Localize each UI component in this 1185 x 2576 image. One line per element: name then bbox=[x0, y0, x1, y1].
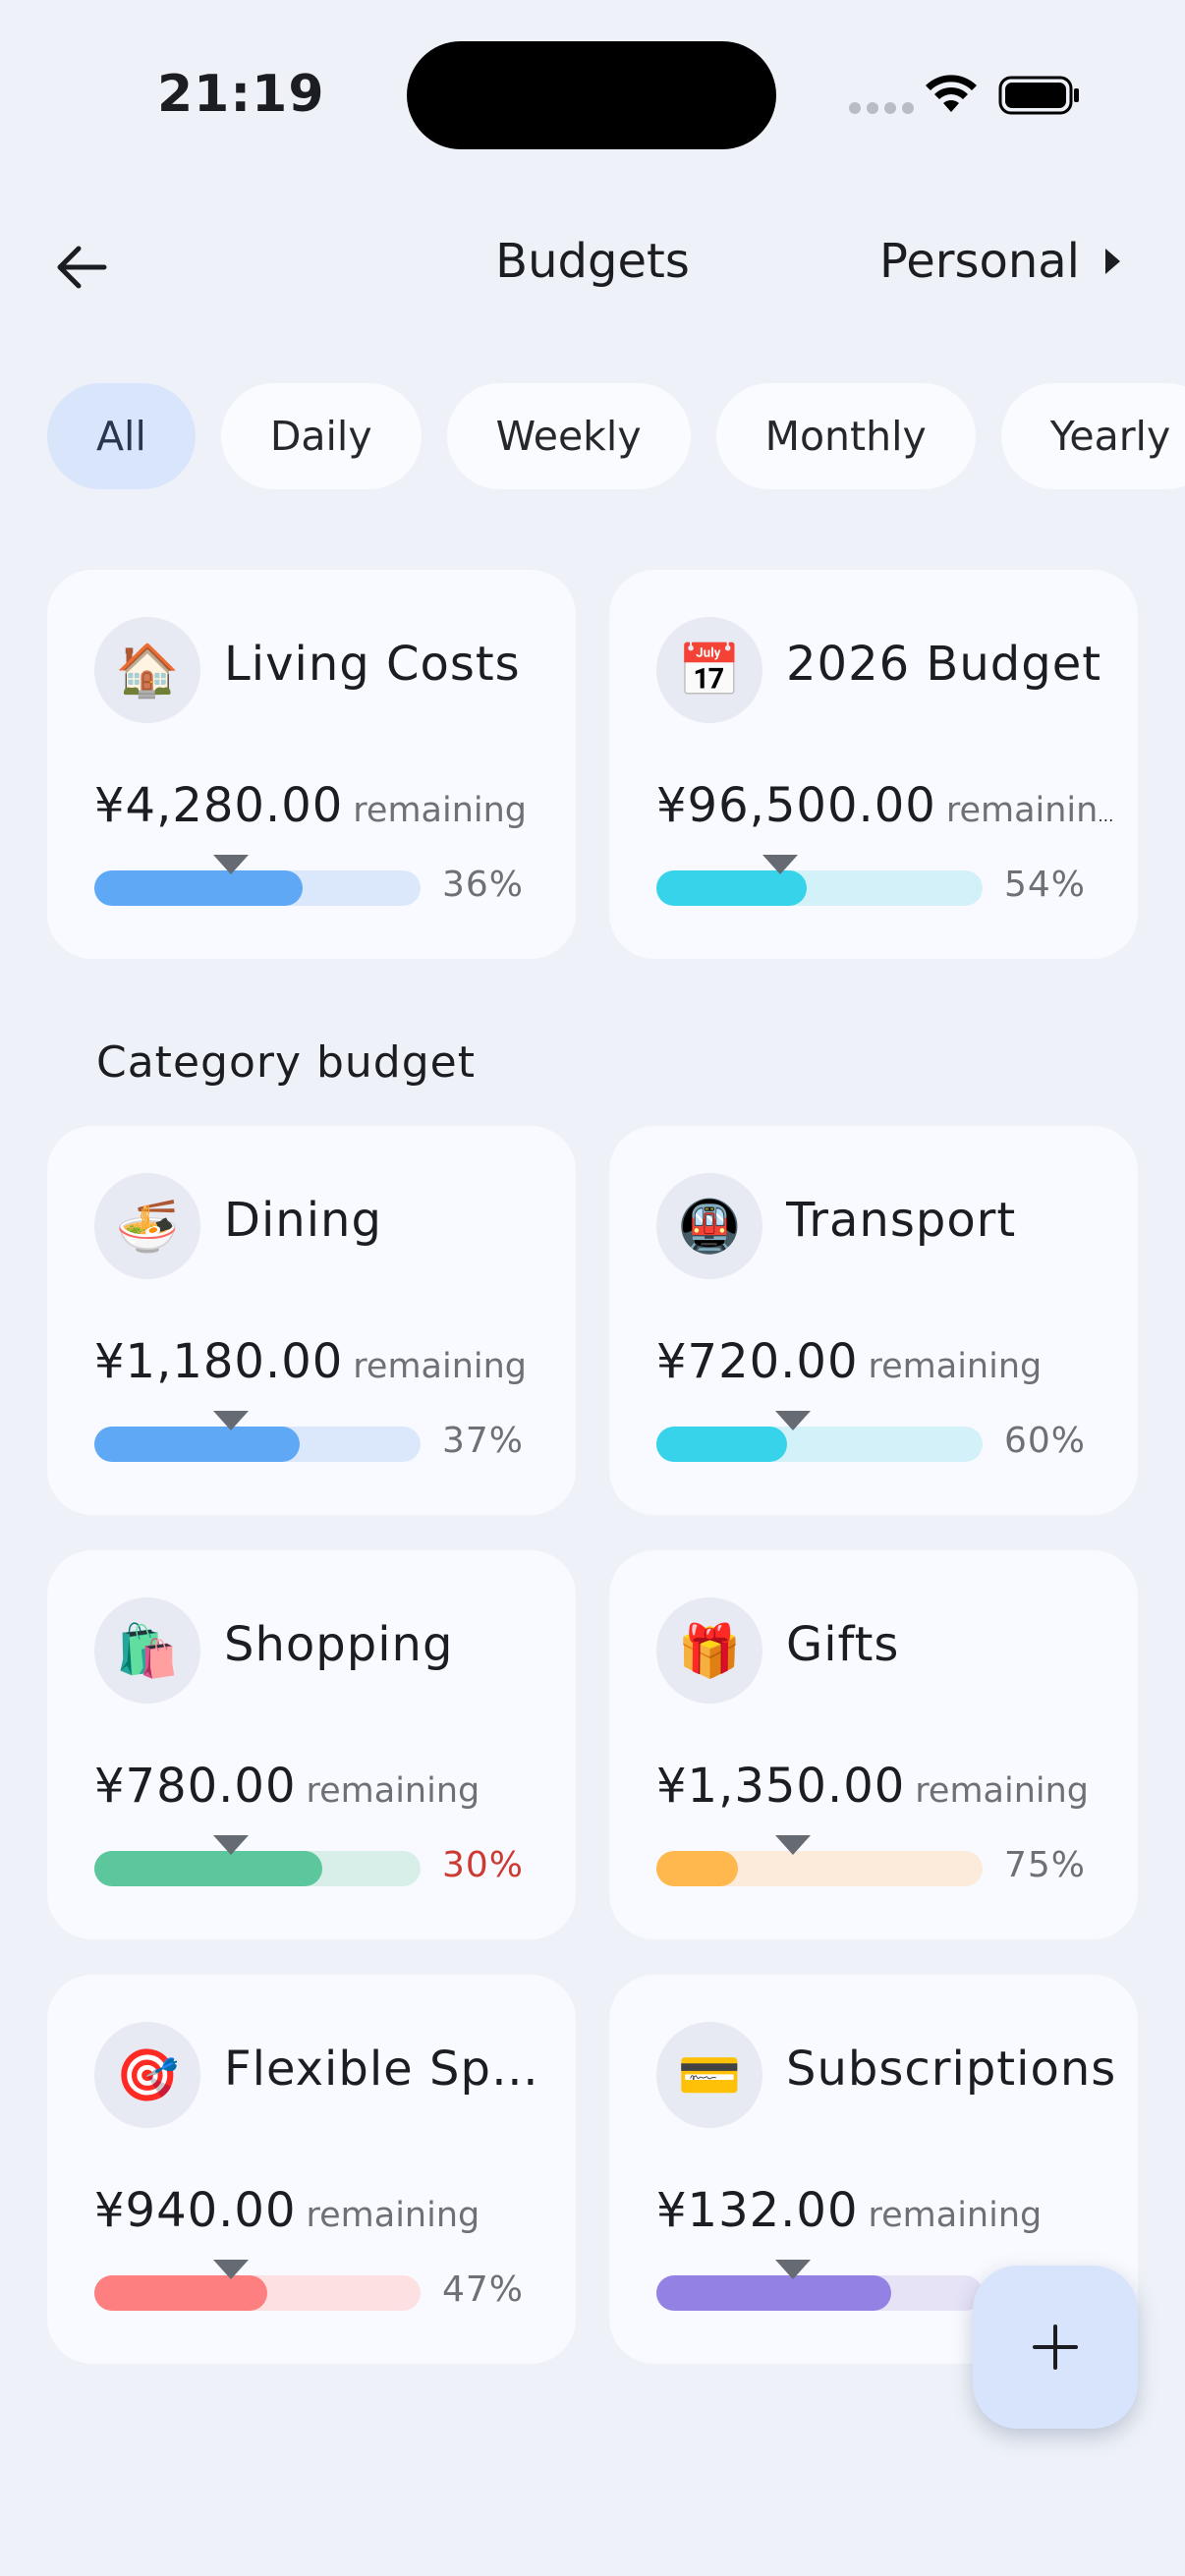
battery-icon bbox=[998, 76, 1079, 115]
credit-card-icon: 💳 bbox=[656, 2022, 762, 2128]
budget-name: 2026 Budget bbox=[786, 637, 1102, 692]
budget-percent: 30% bbox=[442, 1845, 525, 1885]
budget-percent: 60% bbox=[1004, 1421, 1087, 1461]
progress-track bbox=[656, 2260, 983, 2311]
status-time: 21:19 bbox=[157, 65, 325, 124]
wifi-icon bbox=[926, 75, 977, 112]
progress-fill bbox=[656, 2275, 892, 2311]
caret-right-icon bbox=[1105, 249, 1120, 274]
budget-remaining-amount: ¥940.00 bbox=[94, 2183, 297, 2238]
budget-card[interactable]: 📅 2026 Budget ¥96,500.00 remaining 54% bbox=[609, 570, 1138, 959]
time-marker-icon bbox=[775, 2260, 812, 2279]
budget-remaining-amount: ¥720.00 bbox=[656, 1334, 859, 1389]
budget-remaining-amount: ¥132.00 bbox=[656, 2183, 859, 2238]
time-marker-icon bbox=[213, 1411, 250, 1430]
budget-name: Shopping bbox=[224, 1617, 454, 1672]
budget-amount-line: ¥1,180.00 remaining bbox=[94, 1334, 556, 1389]
remaining-label: remaining bbox=[915, 1771, 1090, 1811]
time-marker-icon bbox=[762, 855, 799, 874]
time-marker-icon bbox=[775, 1835, 812, 1855]
remaining-label: remaining bbox=[868, 2196, 1043, 2235]
budget-amount-line: ¥720.00 remaining bbox=[656, 1334, 1118, 1389]
progress-fill bbox=[94, 870, 304, 906]
progress-track bbox=[94, 2260, 421, 2311]
budget-name: Dining bbox=[224, 1193, 382, 1248]
budget-amount-line: ¥1,350.00 remaining bbox=[656, 1759, 1118, 1814]
tab-all[interactable]: All bbox=[47, 383, 196, 489]
target-icon: 🎯 bbox=[94, 2022, 200, 2128]
progress-track bbox=[656, 1835, 983, 1886]
add-budget-button[interactable] bbox=[973, 2266, 1138, 2429]
progress-track bbox=[94, 1835, 421, 1886]
time-marker-icon bbox=[213, 2260, 250, 2279]
remaining-label: remaining bbox=[945, 791, 1118, 830]
budget-name: Living Costs bbox=[224, 637, 521, 692]
remaining-label: remaining bbox=[306, 1771, 480, 1811]
budget-amount-line: ¥940.00 remaining bbox=[94, 2183, 556, 2238]
progress-fill bbox=[656, 870, 807, 906]
budget-remaining-amount: ¥1,350.00 bbox=[656, 1759, 906, 1814]
remaining-label: remaining bbox=[306, 2196, 480, 2235]
budget-card[interactable]: 🍜 Dining ¥1,180.00 remaining 37% bbox=[47, 1126, 576, 1515]
budget-percent: 36% bbox=[442, 865, 525, 905]
progress-track bbox=[656, 855, 983, 906]
progress-fill bbox=[656, 1427, 787, 1462]
budget-card[interactable]: 🎯 Flexible Spending ¥940.00remaining 47% bbox=[47, 1975, 576, 2364]
budget-percent: 37% bbox=[442, 1421, 525, 1461]
time-marker-icon bbox=[775, 1411, 812, 1430]
status-bar: 21:19 bbox=[0, 0, 1185, 187]
noodle-bowl-icon: 🍜 bbox=[94, 1173, 200, 1279]
tab-daily[interactable]: Daily bbox=[220, 383, 422, 489]
budget-card[interactable]: 🛍️ Shopping ¥780.00 remaining 30% bbox=[47, 1550, 576, 1939]
house-icon: 🏠 bbox=[94, 617, 200, 723]
ledger-switch-button[interactable]: Personal bbox=[879, 234, 1120, 289]
budget-card[interactable]: 🎁 Gifts ¥1,350.00 remaining 75% bbox=[609, 1550, 1138, 1939]
remaining-label: remaining bbox=[868, 1347, 1043, 1386]
section-title: Category budget bbox=[96, 1037, 476, 1088]
budget-name: Flexible Spending bbox=[224, 2042, 558, 2097]
progress-track bbox=[94, 855, 421, 906]
budget-remaining-amount: ¥1,180.00 bbox=[94, 1334, 344, 1389]
budget-percent: 75% bbox=[1004, 1845, 1087, 1885]
tab-monthly[interactable]: Monthly bbox=[715, 383, 976, 489]
progress-fill bbox=[94, 1851, 323, 1886]
period-tabs: All Daily Weekly Monthly Yearly bbox=[47, 383, 1185, 489]
progress-fill bbox=[656, 1851, 738, 1886]
progress-fill bbox=[94, 1427, 301, 1462]
plus-icon bbox=[1033, 2324, 1078, 2370]
time-marker-icon bbox=[213, 855, 250, 874]
budget-name: Gifts bbox=[786, 1617, 900, 1672]
shopping-bags-icon: 🛍️ bbox=[94, 1597, 200, 1704]
budget-name: Subscriptions bbox=[786, 2042, 1117, 2097]
budget-remaining-amount: ¥780.00 bbox=[94, 1759, 297, 1814]
budget-percent: 47% bbox=[442, 2269, 525, 2310]
dynamic-island bbox=[407, 41, 776, 149]
ledger-name: Personal bbox=[878, 234, 1080, 289]
progress-fill bbox=[94, 2275, 267, 2311]
budget-amount-line: ¥4,280.00 remaining bbox=[94, 778, 556, 833]
budget-amount-line: ¥780.00 remaining bbox=[94, 1759, 556, 1814]
budget-remaining-amount: ¥96,500.00 bbox=[656, 778, 936, 833]
metro-icon: 🚇 bbox=[656, 1173, 762, 1279]
budget-amount-line: ¥96,500.00 remaining bbox=[656, 778, 1118, 833]
tab-weekly[interactable]: Weekly bbox=[446, 383, 691, 489]
remaining-label: remaining bbox=[353, 1347, 528, 1386]
time-marker-icon bbox=[213, 1835, 250, 1855]
calendar-icon: 📅 bbox=[656, 617, 762, 723]
budget-percent: 54% bbox=[1004, 865, 1087, 905]
cellular-signal-icon bbox=[849, 102, 914, 114]
budget-remaining-amount: ¥4,280.00 bbox=[94, 778, 344, 833]
gift-icon: 🎁 bbox=[656, 1597, 762, 1704]
budget-card[interactable]: 🏠 Living Costs ¥4,280.00 remaining 36% bbox=[47, 570, 576, 959]
budget-name: Transport bbox=[786, 1193, 1017, 1248]
progress-track bbox=[656, 1411, 983, 1462]
progress-track bbox=[94, 1411, 421, 1462]
budget-amount-line: ¥132.00 remaining bbox=[656, 2183, 1118, 2238]
remaining-label: remaining bbox=[353, 791, 528, 830]
budget-card[interactable]: 🚇 Transport ¥720.00 remaining 60% bbox=[609, 1126, 1138, 1515]
tab-yearly[interactable]: Yearly bbox=[1000, 383, 1185, 489]
